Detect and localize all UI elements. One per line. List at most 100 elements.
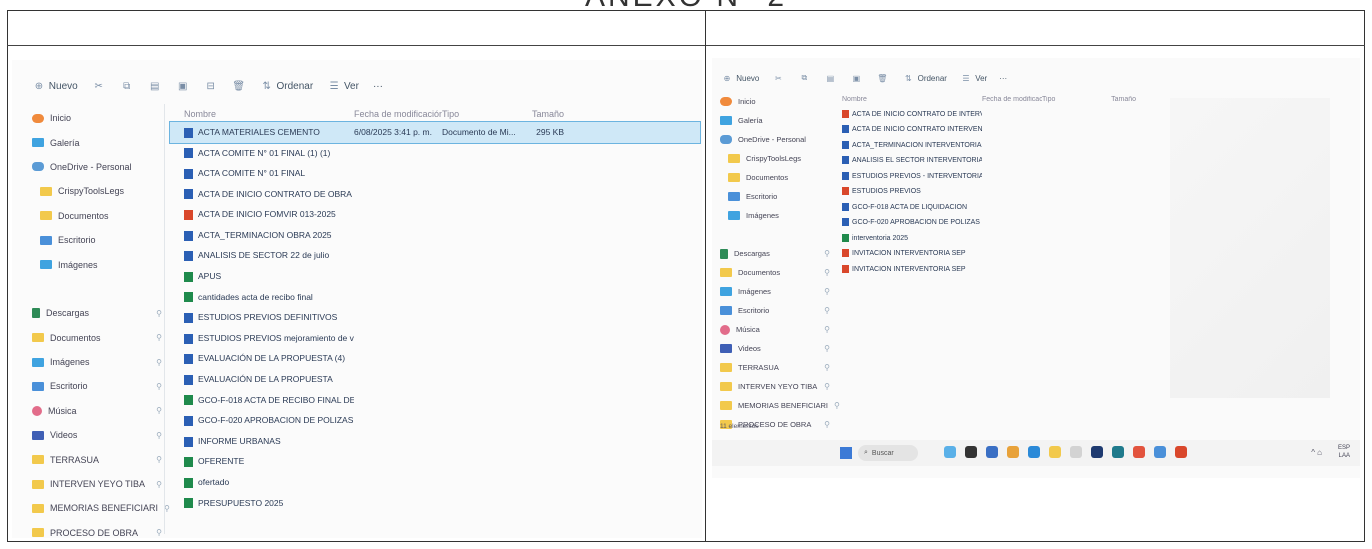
file-row[interactable]: ANALISIS DE SECTOR 22 de julio xyxy=(170,246,700,267)
file-row[interactable]: ACTA DE INICIO CONTRATO DE OBRA 2025 xyxy=(170,184,700,205)
sidebar-item[interactable]: Documentos ⚲ xyxy=(32,326,162,350)
view-button[interactable]: ☰ Ver xyxy=(327,81,359,92)
file-row[interactable]: ACTA_TERMINACION OBRA 2025 xyxy=(170,225,700,246)
file-row[interactable]: ofertado xyxy=(170,472,700,493)
cut-icon[interactable]: ✂ xyxy=(92,81,106,92)
file-row[interactable]: INVITACION INTERVENTORIA SEP xyxy=(832,246,1152,262)
app-icon[interactable] xyxy=(1133,446,1145,458)
file-row[interactable]: ACTA DE INICIO CONTRATO INTERVENTO... xyxy=(832,122,1152,138)
more-button[interactable]: ··· xyxy=(373,81,383,92)
file-row[interactable]: EVALUACIÓN DE LA PROPUESTA xyxy=(170,369,700,390)
sidebar-item[interactable]: Inicio xyxy=(720,92,830,111)
sidebar-item[interactable]: CrispyToolsLegs xyxy=(720,149,830,168)
sidebar-item[interactable]: Galería xyxy=(720,111,830,130)
taskbar-search[interactable]: ⌕ Buscar xyxy=(858,445,918,461)
delete-icon[interactable]: 🗑 xyxy=(232,81,246,92)
sidebar-item[interactable]: Documentos xyxy=(720,168,830,187)
view-button[interactable]: ☰ Ver xyxy=(959,74,987,83)
column-type[interactable]: Tipo xyxy=(1042,96,1100,103)
sidebar-item[interactable]: Música ⚲ xyxy=(720,320,830,339)
app-icon[interactable] xyxy=(1070,446,1082,458)
column-name[interactable]: Nombre xyxy=(170,109,354,119)
file-row[interactable]: EVALUACIÓN DE LA PROPUESTA (4) xyxy=(170,349,700,370)
sidebar-item[interactable]: MEMORIAS BENEFICIARI ⚲ xyxy=(720,396,840,415)
sidebar-item[interactable]: TERRASUA ⚲ xyxy=(720,358,830,377)
sort-button[interactable]: ⇅ Ordenar xyxy=(901,74,947,83)
sidebar-item[interactable]: Imágenes ⚲ xyxy=(32,350,162,374)
store-icon[interactable] xyxy=(986,446,998,458)
column-date[interactable]: Fecha de modificación xyxy=(982,96,1042,103)
sidebar-item[interactable]: Documentos xyxy=(32,204,162,228)
delete-icon[interactable]: 🗑 xyxy=(875,74,889,83)
sidebar-item[interactable]: Descargas ⚲ xyxy=(32,301,162,325)
new-button[interactable]: ⊕ Nuevo xyxy=(32,81,78,92)
sidebar-item[interactable]: Escritorio ⚲ xyxy=(720,301,830,320)
app-icon[interactable] xyxy=(1112,446,1124,458)
language-indicator[interactable]: ESP LAA xyxy=(1338,444,1350,460)
file-row[interactable]: INFORME URBANAS xyxy=(170,431,700,452)
file-row[interactable]: ACTA MATERIALES CEMENTO 6/08/2025 3:41 p.… xyxy=(169,121,701,144)
column-date[interactable]: Fecha de modificación xyxy=(354,109,442,119)
file-row[interactable]: ESTUDIOS PREVIOS mejoramiento de vivi... xyxy=(170,328,700,349)
file-row[interactable]: GCO-F-018 ACTA DE RECIBO FINAL DE C... xyxy=(170,390,700,411)
file-row[interactable]: ESTUDIOS PREVIOS - INTERVENTORIA se... xyxy=(832,168,1152,184)
paste-icon[interactable]: ▤ xyxy=(148,81,162,92)
sidebar-item[interactable]: OneDrive - Personal xyxy=(720,130,830,149)
paste-icon[interactable]: ▤ xyxy=(823,74,837,83)
app-icon[interactable] xyxy=(1091,446,1103,458)
sidebar-item[interactable]: Escritorio xyxy=(32,228,162,252)
file-row[interactable]: GCO-F-020 APROBACION DE POLIZAS I... xyxy=(832,215,1152,231)
file-row[interactable]: cantidades acta de recibo final xyxy=(170,287,700,308)
share-icon[interactable]: ⊟ xyxy=(204,81,218,92)
sidebar-item[interactable]: CrispyToolsLegs xyxy=(32,179,162,203)
sidebar-item[interactable]: Escritorio ⚲ xyxy=(32,374,162,398)
sidebar-item[interactable]: Imágenes xyxy=(32,252,162,276)
column-name[interactable]: Nombre xyxy=(832,96,982,103)
pdf-reader-icon[interactable] xyxy=(1175,446,1187,458)
sidebar-item[interactable]: Videos ⚲ xyxy=(32,423,162,447)
sidebar-item[interactable]: Imágenes ⚲ xyxy=(720,282,830,301)
file-row[interactable]: APUS xyxy=(170,266,700,287)
file-row[interactable]: GCO-F-018 ACTA DE LIQUIDACION xyxy=(832,199,1152,215)
copy-icon[interactable]: ⧉ xyxy=(797,73,811,83)
sidebar-item[interactable]: INTERVEN YEYO TIBA ⚲ xyxy=(32,472,162,496)
sidebar-item[interactable]: Documentos ⚲ xyxy=(720,263,830,282)
column-size[interactable]: Tamaño xyxy=(526,109,564,119)
rename-icon[interactable]: ▣ xyxy=(849,74,863,83)
windows-start-icon[interactable] xyxy=(840,447,852,459)
sidebar-item[interactable]: OneDrive - Personal xyxy=(32,155,162,179)
sidebar-item[interactable]: Galería xyxy=(32,130,162,154)
file-row[interactable]: ANALISIS EL SECTOR INTERVENTORIA xyxy=(832,153,1152,169)
file-row[interactable]: INVITACION INTERVENTORIA SEP xyxy=(832,261,1152,277)
cut-icon[interactable]: ✂ xyxy=(771,74,785,83)
widgets-icon[interactable] xyxy=(944,446,956,458)
file-row[interactable]: ACTA COMITE N° 01 FINAL xyxy=(170,163,700,184)
file-row[interactable]: PRESUPUESTO 2025 xyxy=(170,493,700,514)
sidebar-item[interactable]: PROCESO DE OBRA ⚲ xyxy=(32,521,162,538)
file-row[interactable]: ACTA_TERMINACION INTERVENTORIA 20... xyxy=(832,137,1152,153)
sidebar-item[interactable]: MEMORIAS BENEFICIARI ⚲ xyxy=(32,496,170,520)
file-row[interactable]: GCO-F-020 APROBACION DE POLIZAS O... xyxy=(170,410,700,431)
chrome-icon[interactable] xyxy=(1007,446,1019,458)
sidebar-item[interactable]: Imágenes xyxy=(720,206,830,225)
file-row[interactable]: ACTA DE INICIO FOMVIR 013-2025 xyxy=(170,204,700,225)
file-row[interactable]: OFERENTE xyxy=(170,452,700,473)
more-button[interactable]: ··· xyxy=(999,74,1007,83)
file-row[interactable]: ACTA DE INICIO CONTRATO DE INTERVE... xyxy=(832,106,1152,122)
copy-icon[interactable]: ⧉ xyxy=(120,81,134,92)
sidebar-item[interactable]: INTERVEN YEYO TIBA ⚲ xyxy=(720,377,830,396)
tray-icons[interactable]: ^ ⌂ xyxy=(1311,448,1322,457)
file-row[interactable]: interventoria 2025 xyxy=(832,230,1152,246)
sidebar-item[interactable]: Escritorio xyxy=(720,187,830,206)
file-row[interactable]: ESTUDIOS PREVIOS xyxy=(832,184,1152,200)
edge-icon[interactable] xyxy=(1028,446,1040,458)
app-icon[interactable] xyxy=(1154,446,1166,458)
sidebar-item[interactable]: TERRASUA ⚲ xyxy=(32,447,162,471)
file-row[interactable]: ACTA COMITE N° 01 FINAL (1) (1) xyxy=(170,143,700,164)
rename-icon[interactable]: ▣ xyxy=(176,81,190,92)
sort-button[interactable]: ⇅ Ordenar xyxy=(260,81,313,92)
task-view-icon[interactable] xyxy=(965,446,977,458)
sidebar-item[interactable]: Música ⚲ xyxy=(32,399,162,423)
sidebar-item[interactable]: Inicio xyxy=(32,106,162,130)
column-size[interactable]: Tamaño xyxy=(1100,96,1136,103)
